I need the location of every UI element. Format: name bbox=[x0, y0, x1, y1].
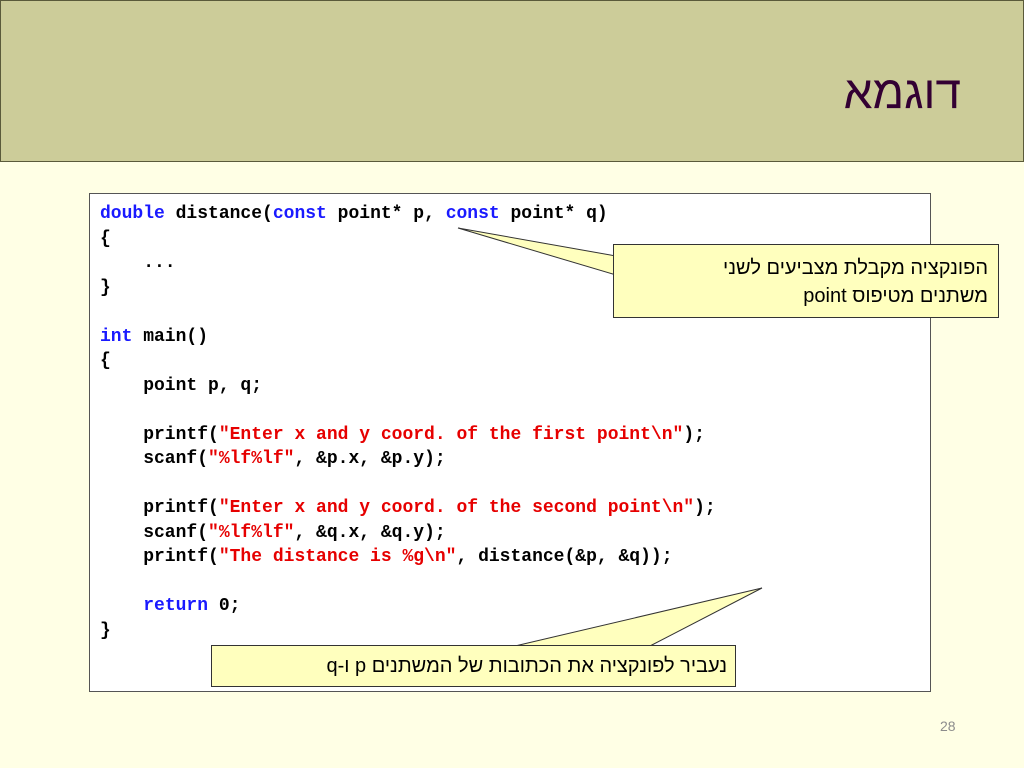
callout-address-pass-box: נעביר לפונקציה את הכתובות של המשתנים p ו… bbox=[211, 645, 736, 687]
callout-pointer-address bbox=[514, 587, 763, 647]
callout-pointer-params-line1: הפונקציה מקבלת מצביעים לשני bbox=[723, 257, 988, 279]
page-number: 28 bbox=[940, 718, 956, 734]
callout-pointer-params-line2: משתנים מטיפוס point bbox=[803, 285, 988, 307]
callout-address-pass-text: נעביר לפונקציה את הכתובות של המשתנים p ו… bbox=[326, 655, 727, 677]
callout-pointer-params bbox=[457, 227, 617, 276]
callout-pointer-params-box: הפונקציה מקבלת מצביעים לשני משתנים מטיפו… bbox=[613, 244, 999, 318]
